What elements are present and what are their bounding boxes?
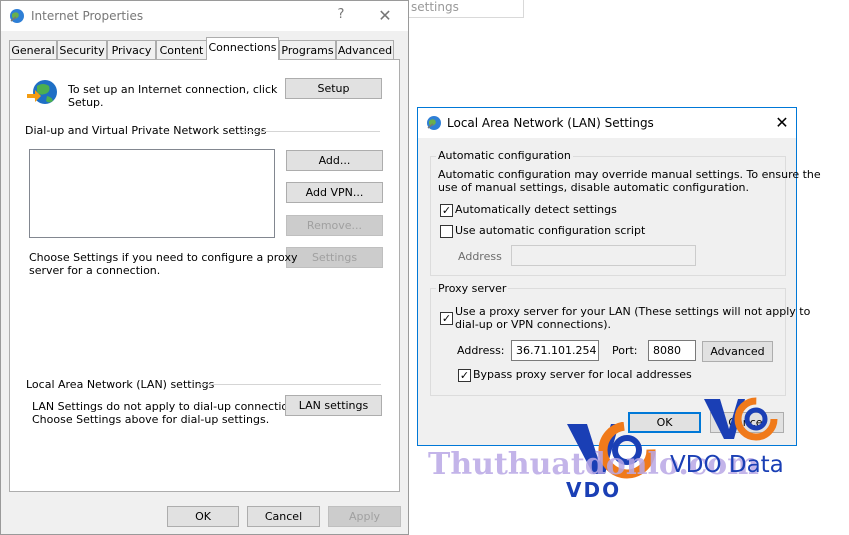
internet-options-icon xyxy=(10,9,24,23)
proxy-address-label: Address: xyxy=(457,344,505,357)
lan-settings-button[interactable]: LAN settings xyxy=(285,395,382,416)
close-icon[interactable]: ✕ xyxy=(770,113,794,132)
add-button[interactable]: Add... xyxy=(286,150,383,171)
background-search-input[interactable]: settings xyxy=(404,0,524,18)
settings-button[interactable]: Settings xyxy=(286,247,383,268)
connections-listbox[interactable] xyxy=(29,149,275,238)
add-vpn-button[interactable]: Add VPN... xyxy=(286,182,383,203)
port-input[interactable]: 8080 xyxy=(648,340,696,361)
internet-properties-window: Internet Properties ? ✕ General Security… xyxy=(0,0,409,535)
internet-options-icon xyxy=(427,116,441,130)
proxy-hint-line1: Choose Settings if you need to configure… xyxy=(29,251,298,264)
proxy-hint-line2: server for a connection. xyxy=(29,264,161,277)
auto-config-description-line2: use of manual settings, disable automati… xyxy=(438,181,750,194)
tab-connections[interactable]: Connections xyxy=(206,37,279,60)
bypass-local-label: Bypass proxy server for local addresses xyxy=(473,368,692,381)
lan-settings-window: Local Area Network (LAN) Settings ✕ Auto… xyxy=(417,107,821,446)
script-address-label: Address xyxy=(458,250,502,263)
tab-general[interactable]: General xyxy=(9,40,57,59)
tab-advanced[interactable]: Advanced xyxy=(336,40,394,59)
proxy-server-title: Proxy server xyxy=(436,282,509,295)
auto-script-checkbox[interactable] xyxy=(440,225,453,238)
globe-setup-icon xyxy=(27,80,57,104)
setup-description-line1: To set up an Internet connection, click xyxy=(68,83,278,96)
title-bar: Internet Properties ? ✕ xyxy=(1,1,408,31)
vdo-data-logo xyxy=(704,397,778,441)
dialup-vpn-heading: Dial-up and Virtual Private Network sett… xyxy=(25,124,267,137)
proxy-address-input[interactable]: 36.71.101.254 xyxy=(511,340,599,361)
remove-button[interactable]: Remove... xyxy=(286,215,383,236)
script-address-input[interactable] xyxy=(511,245,696,266)
lan-window-title: Local Area Network (LAN) Settings xyxy=(447,116,654,130)
help-icon[interactable]: ? xyxy=(329,7,353,22)
lan-description-line1: LAN Settings do not apply to dial-up con… xyxy=(32,400,305,413)
lan-heading: Local Area Network (LAN) settings xyxy=(26,378,215,391)
divider xyxy=(198,384,381,385)
tab-security[interactable]: Security xyxy=(57,40,107,59)
close-icon[interactable]: ✕ xyxy=(373,6,397,25)
tab-privacy[interactable]: Privacy xyxy=(107,40,156,59)
auto-config-description-line1: Automatic configuration may override man… xyxy=(438,168,821,181)
tab-programs[interactable]: Programs xyxy=(279,40,336,59)
advanced-button[interactable]: Advanced xyxy=(702,341,773,362)
bypass-local-checkbox[interactable]: ✓ xyxy=(458,369,471,382)
ok-button[interactable]: OK xyxy=(167,506,239,527)
auto-detect-checkbox[interactable]: ✓ xyxy=(440,204,453,217)
use-proxy-label-line2: dial-up or VPN connections). xyxy=(455,318,612,331)
window-title: Internet Properties xyxy=(31,9,144,23)
vdo-data-brand-text: VDO Data xyxy=(670,452,784,478)
tab-content[interactable]: Content xyxy=(156,40,207,59)
automatic-configuration-title: Automatic configuration xyxy=(436,149,573,162)
cancel-button[interactable]: Cancel xyxy=(247,506,320,527)
setup-description-line2: Setup. xyxy=(68,96,104,109)
divider xyxy=(240,131,380,132)
auto-script-label: Use automatic configuration script xyxy=(455,224,646,237)
use-proxy-checkbox[interactable]: ✓ xyxy=(440,312,453,325)
lan-title-bar: Local Area Network (LAN) Settings ✕ xyxy=(418,108,796,138)
auto-detect-label: Automatically detect settings xyxy=(455,203,617,216)
setup-button[interactable]: Setup xyxy=(285,78,382,99)
lan-description-line2: Choose Settings above for dial-up settin… xyxy=(32,413,270,426)
apply-button[interactable]: Apply xyxy=(328,506,401,527)
port-label: Port: xyxy=(612,344,638,357)
use-proxy-label-line1: Use a proxy server for your LAN (These s… xyxy=(455,305,811,318)
